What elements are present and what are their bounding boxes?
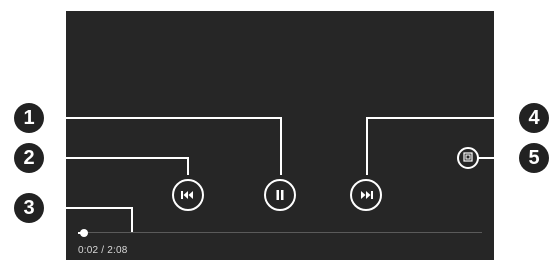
time-separator: /: [101, 245, 105, 256]
callout-badge-5: 5: [519, 143, 549, 173]
callout-line-4: [366, 117, 518, 119]
callout-badge-3: 3: [14, 193, 44, 223]
skip-next-icon: [358, 190, 374, 200]
callout-line-4-drop: [366, 117, 368, 175]
callout-line-2: [44, 157, 189, 159]
seek-bar[interactable]: [78, 229, 482, 237]
callout-line-3: [44, 207, 133, 209]
callout-badge-4: 4: [519, 103, 549, 133]
callout-line-1: [44, 117, 282, 119]
previous-button[interactable]: [172, 179, 204, 211]
fullscreen-icon: [463, 149, 473, 167]
callout-line-2-drop: [187, 157, 189, 175]
pause-button[interactable]: [264, 179, 296, 211]
callout-badge-1: 1: [14, 103, 44, 133]
callout-line-3-drop: [131, 207, 133, 232]
time-display: 0:02 / 2:08: [78, 245, 127, 256]
fullscreen-button[interactable]: [457, 147, 479, 169]
callout-line-1-drop: [280, 117, 282, 175]
skip-previous-icon: [180, 190, 196, 200]
pause-icon: [275, 189, 285, 201]
callout-line-5: [478, 157, 518, 159]
current-time: 0:02: [78, 245, 99, 256]
duration: 2:08: [107, 245, 128, 256]
callout-badge-2: 2: [14, 143, 44, 173]
next-button[interactable]: [350, 179, 382, 211]
